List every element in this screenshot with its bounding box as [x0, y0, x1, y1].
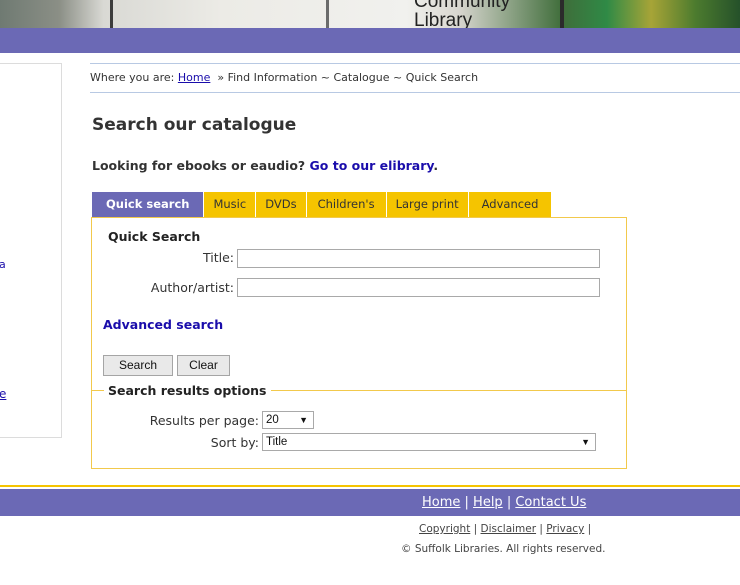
clear-button[interactable]: Clear — [177, 355, 230, 376]
tab-music[interactable]: Music — [204, 192, 257, 217]
legal-sep: | — [470, 523, 481, 535]
breadcrumb: Where you are: Home » Find Information ~… — [90, 63, 740, 93]
top-nav-bar — [0, 28, 740, 53]
left-sidebar: a e — [0, 63, 62, 438]
footer-home-link[interactable]: Home — [422, 495, 460, 510]
banner-sign-text-2: Library — [414, 10, 473, 28]
breadcrumb-prefix: Where you are: — [90, 71, 178, 84]
author-input[interactable] — [237, 278, 600, 297]
results-per-page-label: Results per page: — [149, 413, 259, 428]
footer-sep: | — [502, 495, 516, 510]
breadcrumb-home-link[interactable]: Home — [178, 71, 210, 84]
title-input[interactable] — [237, 249, 600, 268]
privacy-link[interactable]: Privacy — [546, 523, 584, 535]
search-button[interactable]: Search — [103, 355, 173, 376]
quick-search-heading: Quick Search — [108, 229, 201, 244]
page-title: Search our catalogue — [92, 115, 297, 135]
sidebar-link-fragment-2[interactable]: e — [0, 387, 6, 401]
chevron-down-icon: ▼ — [299, 415, 308, 425]
tab-quick-search[interactable]: Quick search — [92, 192, 205, 217]
chevron-down-icon: ▼ — [581, 437, 590, 447]
disclaimer-link[interactable]: Disclaimer — [481, 523, 537, 535]
advanced-search-link[interactable]: Advanced search — [103, 317, 223, 332]
copyright-link[interactable]: Copyright — [419, 523, 470, 535]
legal-links: Copyright | Disclaimer | Privacy | — [419, 523, 595, 535]
footer-nav-bar: Home | Help | Contact Us — [0, 489, 740, 516]
header-banner-image: Community Library — [0, 0, 740, 28]
footer-links: Home | Help | Contact Us — [422, 489, 586, 516]
author-label: Author/artist: — [150, 280, 234, 295]
sort-by-select[interactable]: Title ▼ — [262, 433, 596, 451]
ebook-prompt: Looking for ebooks or eaudio? Go to our … — [92, 158, 438, 173]
sort-by-label: Sort by: — [210, 435, 259, 450]
title-label: Title: — [203, 250, 234, 265]
elibrary-link[interactable]: Go to our elibrary — [310, 158, 434, 173]
ebook-prompt-text: Looking for ebooks or eaudio? — [92, 158, 310, 173]
copyright-notice: © Suffolk Libraries. All rights reserved… — [401, 543, 606, 555]
sort-by-value: Title — [266, 436, 288, 448]
results-per-page-value: 20 — [266, 414, 279, 426]
sidebar-link-fragment[interactable]: a — [0, 258, 6, 271]
legal-sep: | — [536, 523, 547, 535]
footer-accent-line — [0, 485, 740, 487]
legal-sep: | — [584, 523, 595, 535]
results-options-legend: Search results options — [104, 383, 271, 398]
tab-childrens[interactable]: Children's — [306, 192, 387, 217]
ebook-prompt-suffix: . — [433, 158, 439, 173]
footer-help-link[interactable]: Help — [473, 495, 503, 510]
footer-contact-link[interactable]: Contact Us — [515, 495, 586, 510]
results-per-page-select[interactable]: 20 ▼ — [262, 411, 314, 429]
breadcrumb-path: » Find Information ~ Catalogue ~ Quick S… — [210, 71, 479, 84]
tab-large-print[interactable]: Large print — [386, 192, 469, 217]
tab-dvds[interactable]: DVDs — [256, 192, 307, 217]
quick-search-panel: Quick Search Title: Author/artist: Advan… — [91, 217, 627, 469]
search-tabs: Quick search Music DVDs Children's Large… — [92, 192, 553, 217]
tab-advanced[interactable]: Advanced — [468, 192, 553, 217]
footer-sep: | — [460, 495, 474, 510]
